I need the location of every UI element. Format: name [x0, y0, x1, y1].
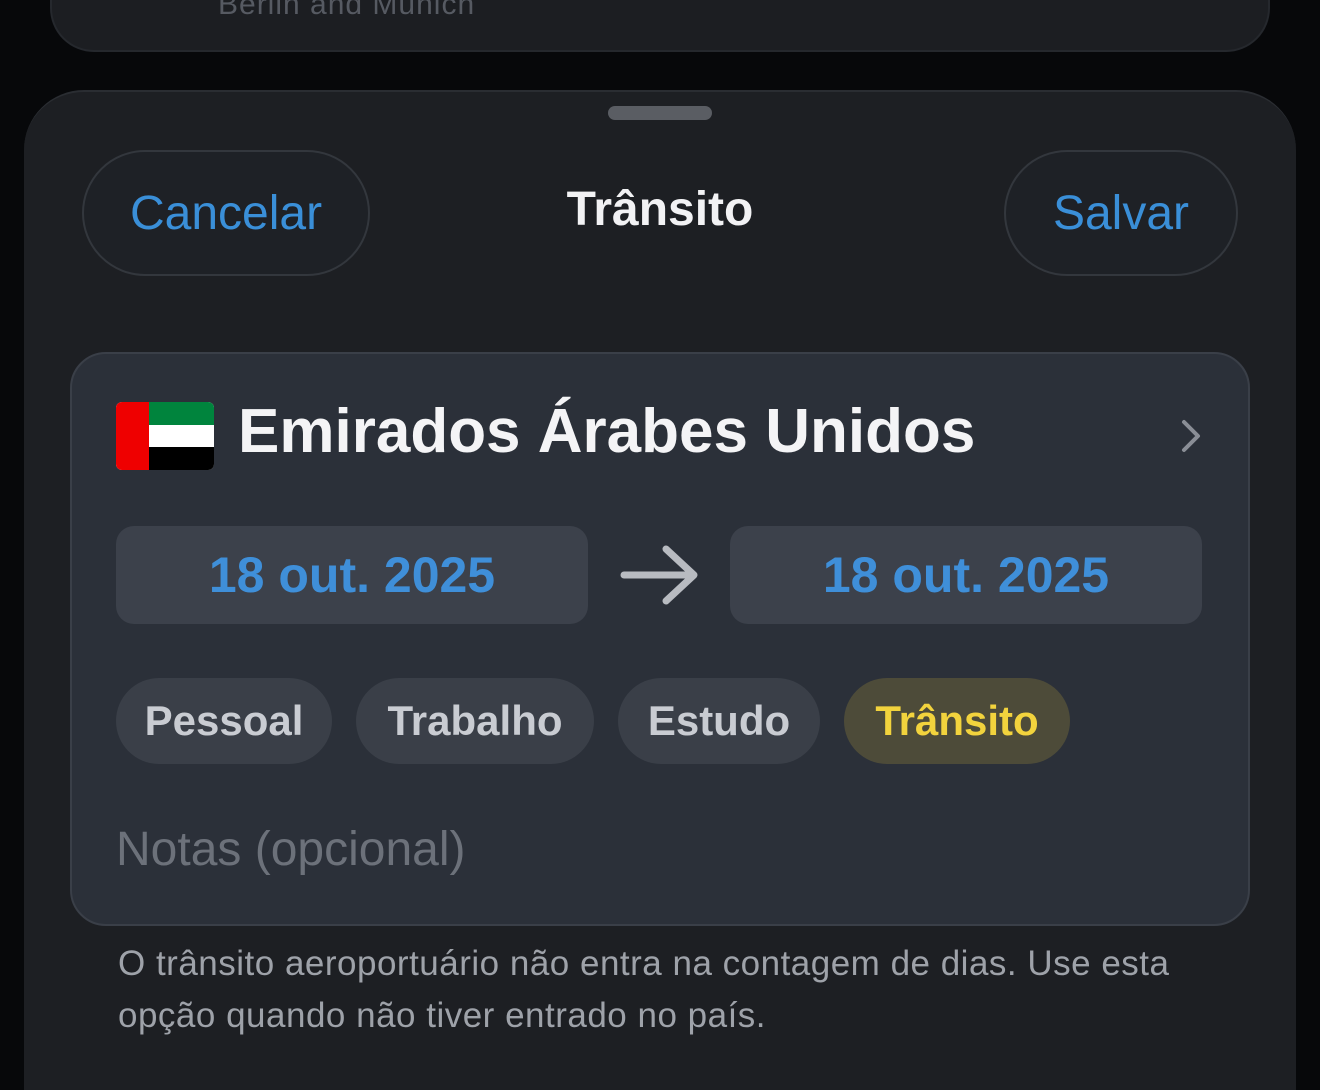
category-chip-trabalho[interactable]: Trabalho: [356, 678, 594, 764]
end-date-button[interactable]: 18 out. 2025: [730, 526, 1202, 624]
chevron-right-icon: [1176, 416, 1206, 456]
category-chip-transito-selected[interactable]: Trânsito: [844, 678, 1070, 764]
transit-footnote: O trânsito aeroportuário não entra na co…: [118, 944, 1170, 1035]
background-card-text: Berlin and Munich: [218, 0, 476, 21]
country-name: Emirados Árabes Unidos: [238, 397, 976, 466]
start-date-button[interactable]: 18 out. 2025: [116, 526, 588, 624]
uae-flag-icon: [116, 402, 214, 470]
trip-details-card: Emirados Árabes Unidos 18 out. 2025 18 o…: [70, 352, 1250, 926]
country-selector[interactable]: Emirados Árabes Unidos: [116, 394, 1206, 478]
notes-input[interactable]: [116, 814, 1206, 884]
arrow-right-icon: [620, 542, 700, 608]
sheet-title: Trânsito: [566, 183, 754, 236]
save-button[interactable]: Salvar: [1004, 150, 1238, 276]
edit-trip-sheet: Cancelar Trânsito Salvar Emirados Árabes…: [24, 90, 1296, 1090]
category-chip-estudo[interactable]: Estudo: [618, 678, 820, 764]
sheet-grabber[interactable]: [608, 106, 712, 120]
category-chip-pessoal[interactable]: Pessoal: [116, 678, 332, 764]
cancel-button[interactable]: Cancelar: [82, 150, 370, 276]
background-trip-card[interactable]: Berlin and Munich: [50, 0, 1270, 52]
